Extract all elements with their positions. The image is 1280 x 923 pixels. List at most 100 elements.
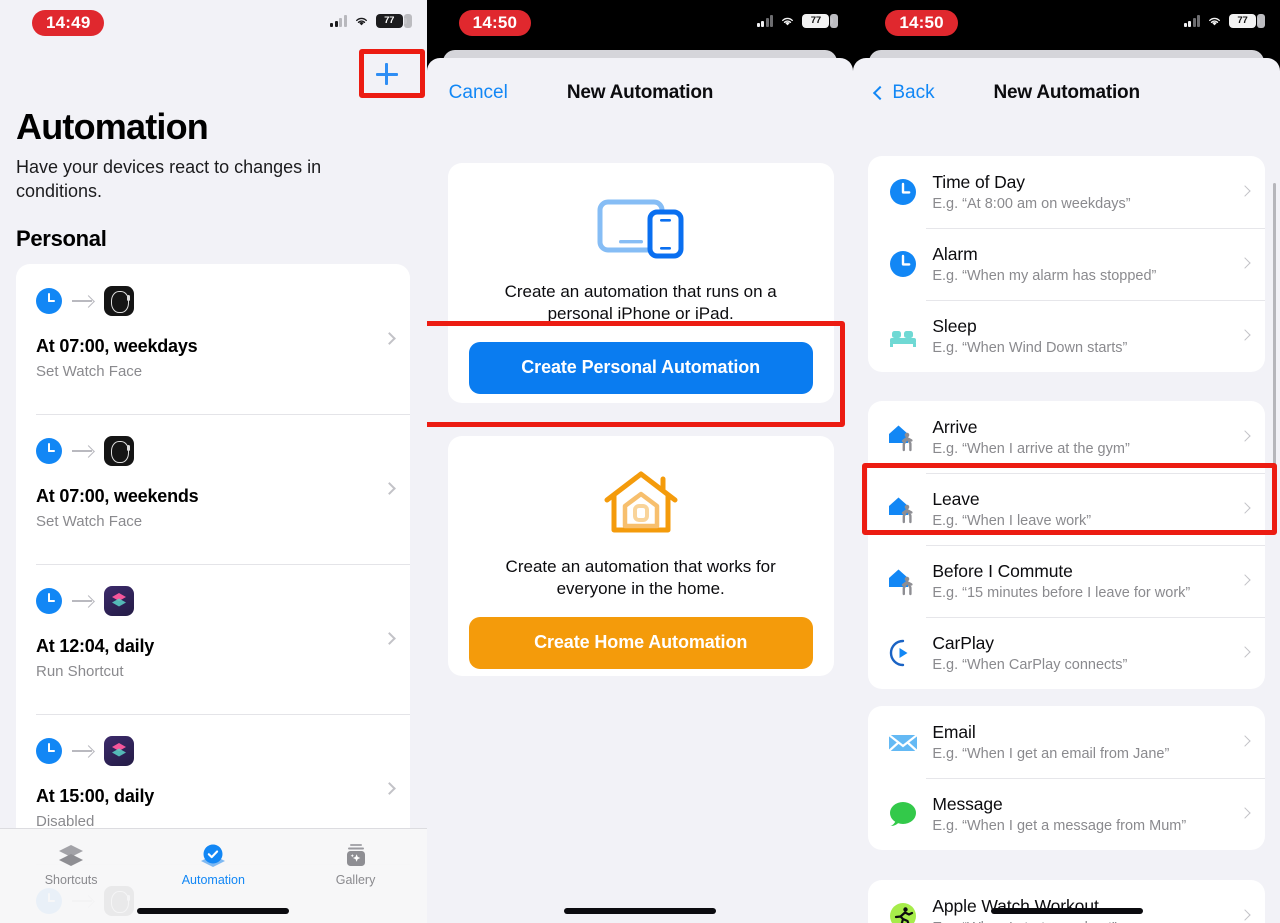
sheet-nav-bar: Cancel New Automation xyxy=(427,58,854,128)
trigger-example: E.g. “15 minutes before I leave for work… xyxy=(932,585,1191,601)
trigger-row-apple-watch-workout[interactable]: Apple Watch Workout E.g. “When I start a… xyxy=(868,880,1265,923)
trigger-row-leave[interactable]: Leave E.g. “When I leave work” xyxy=(868,473,1266,545)
trigger-group-workout: Apple Watch Workout E.g. “When I start a… xyxy=(868,880,1266,923)
sheet-title: New Automation xyxy=(566,82,714,103)
row-icons xyxy=(36,436,390,466)
tab-gallery[interactable]: Gallery xyxy=(284,829,426,923)
trigger-example: E.g. “When I get a message from Mum” xyxy=(932,818,1187,834)
cellular-bars-icon xyxy=(1183,15,1201,27)
tab-label: Automation xyxy=(181,873,245,887)
battery-icon: 77 xyxy=(802,14,839,28)
tab-bar: Shortcuts Automation Gallery xyxy=(0,828,427,923)
trigger-name: Leave xyxy=(932,489,980,509)
wifi-icon xyxy=(782,17,794,26)
trigger-example: E.g. “When CarPlay connects” xyxy=(932,657,1128,673)
chevron-right-icon xyxy=(1239,329,1252,341)
trigger-text: Time of Day E.g. “At 8:00 am on weekdays… xyxy=(932,172,1130,212)
chevron-right-icon xyxy=(1239,574,1252,586)
tab-shortcuts[interactable]: Shortcuts xyxy=(0,829,142,923)
shortcuts-icon xyxy=(104,586,134,616)
trigger-row-time-of-day[interactable]: Time of Day E.g. “At 8:00 am on weekdays… xyxy=(868,156,1265,228)
workout-runner-icon xyxy=(886,899,920,923)
trigger-text: Alarm E.g. “When my alarm has stopped” xyxy=(932,244,1156,284)
chevron-right-icon xyxy=(1239,257,1252,269)
trigger-row-message[interactable]: Message E.g. “When I get a message from … xyxy=(868,778,1266,850)
trigger-name: Alarm xyxy=(932,244,978,264)
trigger-example: E.g. “When my alarm has stopped” xyxy=(932,268,1157,284)
trigger-row-sleep[interactable]: Sleep E.g. “When Wind Down starts” xyxy=(868,300,1266,372)
automation-row[interactable]: At 07:00, weekends Set Watch Face xyxy=(16,414,410,564)
trigger-row-carplay[interactable]: CarPlay E.g. “When CarPlay connects” xyxy=(868,617,1266,689)
apple-watch-icon xyxy=(104,436,134,466)
trigger-text: Email E.g. “When I get an email from Jan… xyxy=(932,722,1169,762)
wifi-icon xyxy=(1209,17,1220,26)
trigger-row-arrive[interactable]: Arrive E.g. “When I arrive at the gym” xyxy=(868,401,1265,473)
panel-automation-list: 14:49 77 Automation Have your devices re… xyxy=(0,0,427,923)
trigger-row-before-i-commute[interactable]: Before I Commute E.g. “15 minutes before… xyxy=(868,545,1266,617)
clock-icon xyxy=(886,247,920,281)
trigger-text: Message E.g. “When I get a message from … xyxy=(932,794,1186,834)
arrow-right-icon xyxy=(72,294,94,308)
gallery-sparkle-icon xyxy=(346,844,365,866)
carplay-icon xyxy=(886,636,920,670)
trigger-example: E.g. “When Wind Down starts” xyxy=(932,340,1128,356)
trigger-name: CarPlay xyxy=(932,633,994,653)
personal-automation-card: Create an automation that runs on a pers… xyxy=(447,163,834,403)
automation-title: At 15:00, daily xyxy=(36,786,155,806)
home-indicator xyxy=(137,908,290,914)
automation-row[interactable]: At 12:04, daily Run Shortcut xyxy=(16,564,410,714)
message-bubble-icon xyxy=(886,797,920,831)
envelope-icon xyxy=(886,725,920,759)
chevron-right-icon xyxy=(1239,646,1252,658)
panel-new-automation-chooser: 14:50 77 Cancel New Automation Create an… xyxy=(426,0,854,923)
battery-level: 77 xyxy=(810,15,821,27)
trigger-row-email[interactable]: Email E.g. “When I get an email from Jan… xyxy=(868,706,1265,778)
trigger-group-location: Arrive E.g. “When I arrive at the gym” L… xyxy=(868,401,1266,689)
add-automation-button[interactable] xyxy=(369,56,405,92)
trigger-text: Leave E.g. “When I leave work” xyxy=(932,489,1091,529)
trigger-name: Arrive xyxy=(932,417,978,437)
clock-icon xyxy=(36,738,62,764)
create-home-automation-button[interactable]: Create Home Automation xyxy=(468,616,813,669)
row-icons xyxy=(36,586,390,616)
battery-icon: 77 xyxy=(1229,14,1266,28)
chevron-right-icon xyxy=(1239,909,1252,921)
arrow-right-icon xyxy=(72,444,94,458)
clock-icon xyxy=(886,175,920,209)
automation-subtitle: Run Shortcut xyxy=(36,663,124,680)
trigger-group-communication: Email E.g. “When I get an email from Jan… xyxy=(868,706,1266,850)
home-indicator xyxy=(564,908,716,914)
automation-title: At 07:00, weekends xyxy=(36,486,199,506)
section-header-personal: Personal xyxy=(16,226,107,251)
new-automation-sheet: Cancel New Automation Create an automati… xyxy=(426,58,854,923)
page-subtitle: Have your devices react to changes in co… xyxy=(16,157,322,201)
automation-title: At 07:00, weekdays xyxy=(36,336,198,356)
apple-watch-icon xyxy=(104,286,134,316)
shortcuts-glyph-icon xyxy=(112,593,126,607)
house-walker-icon xyxy=(886,492,920,526)
automation-subtitle: Set Watch Face xyxy=(36,363,143,380)
trigger-text: Before I Commute E.g. “15 minutes before… xyxy=(932,561,1190,601)
bed-icon xyxy=(886,319,920,353)
cellular-bars-icon xyxy=(756,15,774,27)
chevron-right-icon xyxy=(1239,185,1252,197)
trigger-example: E.g. “When I leave work” xyxy=(932,513,1092,529)
automation-row[interactable]: At 07:00, weekdays Set Watch Face xyxy=(16,264,410,414)
shortcuts-icon xyxy=(104,736,134,766)
trigger-group-time: Time of Day E.g. “At 8:00 am on weekdays… xyxy=(868,156,1266,372)
plus-icon xyxy=(375,63,398,85)
house-walker-icon xyxy=(886,564,920,598)
trigger-example: E.g. “At 8:00 am on weekdays” xyxy=(932,196,1131,212)
row-icons xyxy=(36,286,390,316)
trigger-selection-sheet: Back New Automation Time of Day E.g. “At… xyxy=(853,58,1280,923)
home-automation-description: Create an automation that works for ever… xyxy=(505,557,776,599)
ipad-iphone-devices-icon xyxy=(597,199,684,259)
trigger-row-alarm[interactable]: Alarm E.g. “When my alarm has stopped” xyxy=(868,228,1266,300)
trigger-text: CarPlay E.g. “When CarPlay connects” xyxy=(932,633,1127,673)
battery-level: 77 xyxy=(1237,15,1248,27)
trigger-name: Time of Day xyxy=(932,172,1025,192)
create-personal-automation-button[interactable]: Create Personal Automation xyxy=(468,341,813,394)
scrollbar[interactable] xyxy=(1273,183,1277,488)
battery-level: 77 xyxy=(384,15,395,27)
panel-trigger-list: 14:50 77 Back New Automation Time of Day… xyxy=(853,0,1280,923)
